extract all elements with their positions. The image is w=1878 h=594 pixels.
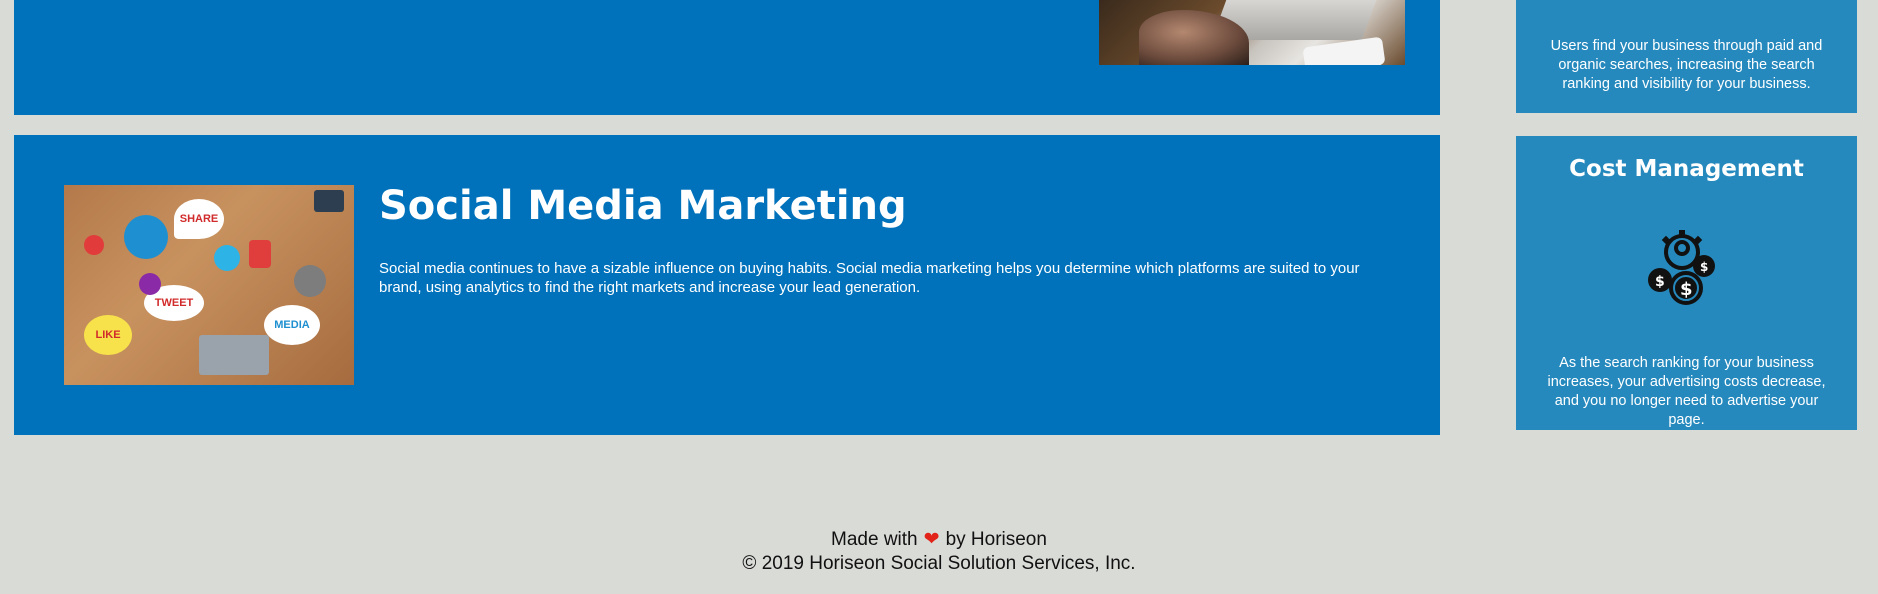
tweet-word: TWEET (154, 297, 194, 309)
svg-text:$: $ (1655, 274, 1665, 290)
by-horiseon-text: by Horiseon (945, 529, 1047, 550)
cost-management-card: Cost Management $ $ $ As the search rank… (1516, 136, 1857, 430)
svg-text:$: $ (1680, 279, 1693, 300)
media-word: MEDIA (274, 319, 310, 331)
cost-management-icon: $ $ $ (1648, 230, 1715, 305)
phone-icon (249, 240, 271, 268)
benefit-card-partial: Users find your business through paid an… (1516, 0, 1857, 113)
copyright: © 2019 Horiseon Social Solution Services… (742, 553, 1136, 574)
like-bubble: LIKE (84, 315, 132, 355)
section-text: Social media continues to have a sizable… (379, 260, 1360, 296)
note-icon (139, 273, 161, 295)
laptop-icon (199, 335, 269, 375)
benefit-text: Users find your business through paid an… (1550, 38, 1823, 92)
media-bubble: MEDIA (264, 305, 320, 345)
heart-icon: ❤ (923, 529, 940, 550)
benefit-text: As the search ranking for your business … (1547, 355, 1826, 428)
bulb-icon (84, 235, 104, 255)
content-section-partial (14, 0, 1440, 115)
svg-text:$: $ (1700, 260, 1708, 274)
cloud-icon (124, 215, 168, 259)
share-bubble: SHARE (174, 199, 224, 239)
tablet-icon (314, 190, 344, 212)
site-footer: Made with ❤ by Horiseon © 2019 Horiseon So… (0, 528, 1878, 576)
laptop-photo (1099, 0, 1405, 65)
phone-shape (1302, 36, 1386, 65)
section-title: Social Media Marketing (379, 183, 907, 229)
robot-icon (294, 265, 326, 297)
like-word: LIKE (95, 329, 121, 341)
made-with-text: Made with (831, 529, 918, 550)
made-with-line: Made with ❤ by Horiseon (0, 528, 1878, 552)
share-word: SHARE (179, 213, 219, 225)
camera-icon (214, 245, 240, 271)
social-media-marketing-section: SHARE TWEET LIKE MEDIA Social Media Mark… (14, 135, 1440, 435)
social-media-photo: SHARE TWEET LIKE MEDIA (64, 185, 354, 385)
benefit-title: Cost Management (1569, 156, 1804, 182)
